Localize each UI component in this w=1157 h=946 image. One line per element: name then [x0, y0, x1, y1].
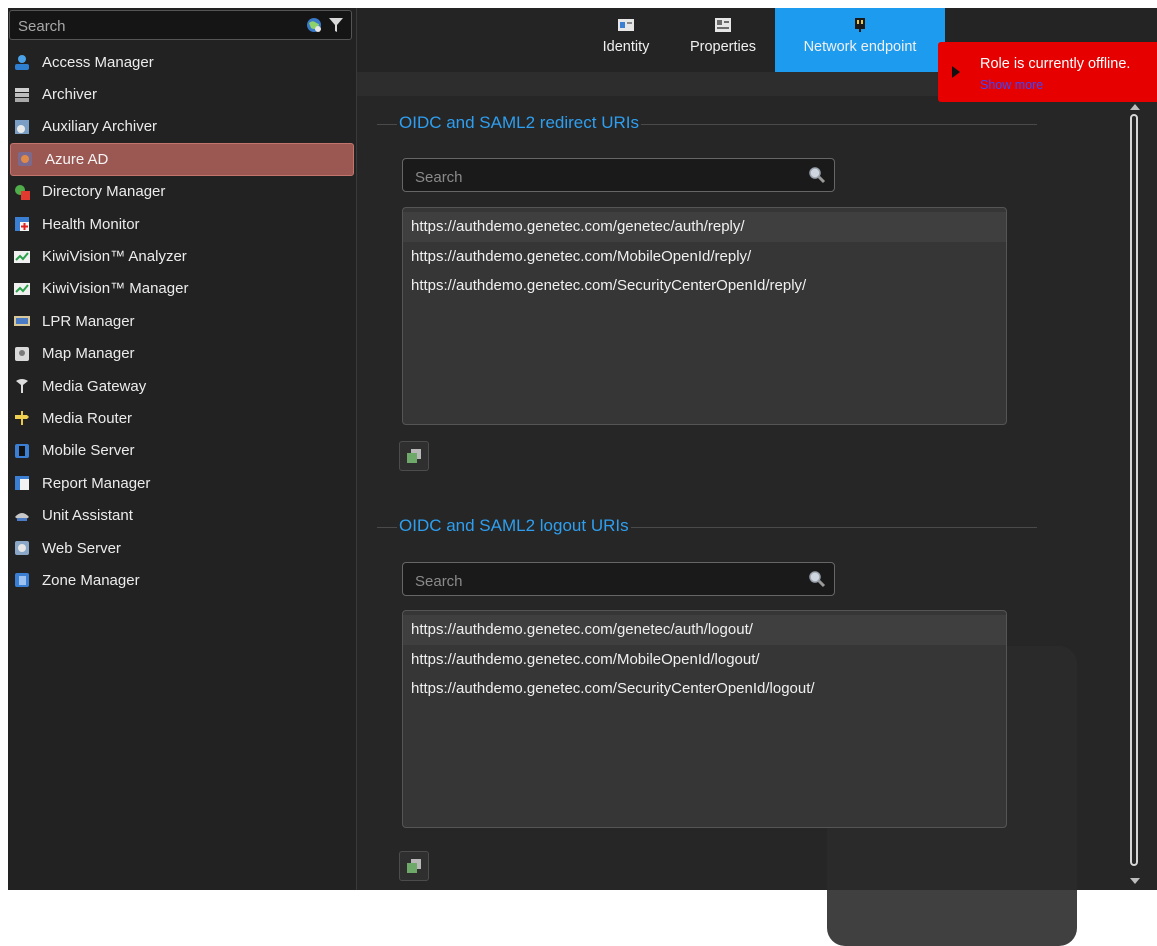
copy-icon	[407, 449, 421, 463]
role-item-lpr-manager[interactable]: LPR Manager	[8, 305, 356, 337]
role-item-azure-ad[interactable]: Azure AD	[10, 143, 354, 176]
role-item-report-manager[interactable]: Report Manager	[8, 467, 356, 499]
role-item-label: Mobile Server	[42, 442, 135, 460]
role-item-web-server[interactable]: Web Server	[8, 532, 356, 564]
role-item-mobile-server[interactable]: Mobile Server	[8, 435, 356, 467]
redirect-search-input[interactable]	[413, 167, 797, 187]
role-item-label: Zone Manager	[42, 571, 140, 589]
uri-row[interactable]: https://authdemo.genetec.com/SecurityCen…	[403, 271, 1006, 301]
role-item-label: Map Manager	[42, 345, 135, 363]
media-gateway-icon	[12, 376, 32, 396]
copy-redirect-uris-button[interactable]	[399, 441, 429, 471]
redirect-section-title: OIDC and SAML2 redirect URIs	[397, 113, 641, 133]
directory-manager-icon	[12, 182, 32, 202]
scrollbar-thumb[interactable]	[1130, 114, 1138, 866]
role-item-media-router[interactable]: Media Router	[8, 402, 356, 434]
tab-label: Network endpoint	[803, 39, 917, 55]
role-item-label: Report Manager	[42, 474, 151, 492]
redirect-search-field	[402, 158, 835, 192]
filter-icon[interactable]	[327, 16, 345, 34]
search-icon[interactable]	[808, 570, 826, 588]
kiwivision-manager-icon	[12, 279, 32, 299]
role-item-archiver[interactable]: Archiver	[8, 78, 356, 110]
mobile-server-icon	[12, 441, 32, 461]
properties-icon	[715, 18, 731, 32]
archiver-icon	[12, 85, 32, 105]
identity-icon	[618, 19, 634, 31]
search-icon[interactable]	[808, 166, 826, 184]
auxiliary-archiver-icon	[12, 117, 32, 137]
show-more-link[interactable]: Show more	[980, 78, 1043, 92]
redirect-section-header: OIDC and SAML2 redirect URIs	[377, 113, 1037, 135]
role-item-label: Azure AD	[45, 150, 109, 168]
expand-arrow-icon[interactable]	[952, 66, 960, 78]
web-server-icon	[12, 538, 32, 558]
health-monitor-icon	[12, 214, 32, 234]
role-item-label: Web Server	[42, 539, 121, 557]
media-router-icon	[12, 408, 32, 428]
azure-ad-icon	[15, 149, 35, 169]
role-item-kiwivision-analyzer[interactable]: KiwiVision™ Analyzer	[8, 240, 356, 272]
role-item-access-manager[interactable]: Access Manager	[8, 46, 356, 78]
logout-search-input[interactable]	[413, 571, 797, 591]
uri-row[interactable]: https://authdemo.genetec.com/genetec/aut…	[403, 615, 1006, 645]
role-item-auxiliary-archiver[interactable]: Auxiliary Archiver	[8, 111, 356, 143]
lpr-manager-icon	[12, 311, 32, 331]
role-item-map-manager[interactable]: Map Manager	[8, 338, 356, 370]
tab-label: Properties	[689, 39, 757, 55]
role-item-label: KiwiVision™ Analyzer	[42, 248, 187, 266]
role-item-label: KiwiVision™ Manager	[42, 280, 189, 298]
role-item-kiwivision-manager[interactable]: KiwiVision™ Manager	[8, 273, 356, 305]
unit-assistant-icon	[12, 506, 32, 526]
logout-uri-list: https://authdemo.genetec.com/genetec/aut…	[402, 610, 1007, 828]
kiwivision-analyzer-icon	[12, 247, 32, 267]
logout-section-header: OIDC and SAML2 logout URIs	[377, 516, 1037, 538]
role-item-label: Media Gateway	[42, 377, 147, 395]
tab-network-endpoint[interactable]: Network endpoint	[775, 8, 945, 72]
logout-search-field	[402, 562, 835, 596]
role-list: Access Manager Archiver Auxiliary Archiv…	[8, 46, 356, 597]
role-item-directory-manager[interactable]: Directory Manager	[8, 176, 356, 208]
network-endpoint-icon	[855, 18, 865, 32]
role-item-label: Media Router	[42, 409, 133, 427]
role-item-label: Archiver	[42, 86, 98, 104]
map-manager-icon	[12, 344, 32, 364]
access-manager-icon	[12, 52, 32, 72]
zone-manager-icon	[12, 570, 32, 590]
role-item-health-monitor[interactable]: Health Monitor	[8, 208, 356, 240]
role-item-label: Access Manager	[42, 53, 154, 71]
report-manager-icon	[12, 473, 32, 493]
role-search-bar	[9, 10, 352, 40]
globe-icon[interactable]	[305, 16, 323, 34]
role-search-input[interactable]	[16, 15, 290, 37]
role-item-label: Unit Assistant	[42, 507, 133, 525]
role-item-label: LPR Manager	[42, 312, 135, 330]
uri-row[interactable]: https://authdemo.genetec.com/MobileOpenI…	[403, 645, 1006, 675]
redirect-uri-list: https://authdemo.genetec.com/genetec/aut…	[402, 207, 1007, 425]
copy-logout-uris-button[interactable]	[399, 851, 429, 881]
role-item-label: Health Monitor	[42, 215, 140, 233]
alert-message: Role is currently offline.	[980, 56, 1131, 72]
role-item-label: Auxiliary Archiver	[42, 118, 158, 136]
role-item-label: Directory Manager	[42, 183, 166, 201]
role-item-zone-manager[interactable]: Zone Manager	[8, 564, 356, 596]
scroll-up-arrow-icon[interactable]	[1130, 104, 1140, 110]
uri-row[interactable]: https://authdemo.genetec.com/MobileOpenI…	[403, 242, 1006, 272]
role-config-panel: Identity Properties Network endpoint OID…	[357, 8, 1157, 946]
role-item-unit-assistant[interactable]: Unit Assistant	[8, 499, 356, 531]
roles-panel: Access Manager Archiver Auxiliary Archiv…	[8, 8, 357, 890]
tab-identity[interactable]: Identity	[589, 8, 663, 72]
vertical-scrollbar[interactable]	[1130, 104, 1142, 884]
logout-section-title: OIDC and SAML2 logout URIs	[397, 516, 631, 536]
tab-label: Identity	[602, 39, 650, 55]
copy-icon	[407, 859, 421, 873]
tab-properties[interactable]: Properties	[675, 8, 771, 72]
role-offline-alert: Role is currently offline. Show more	[938, 42, 1157, 102]
uri-row[interactable]: https://authdemo.genetec.com/genetec/aut…	[403, 212, 1006, 242]
role-item-media-gateway[interactable]: Media Gateway	[8, 370, 356, 402]
network-endpoint-content: OIDC and SAML2 redirect URIs https://aut…	[357, 96, 1127, 946]
uri-row[interactable]: https://authdemo.genetec.com/SecurityCen…	[403, 674, 1006, 704]
scroll-down-arrow-icon[interactable]	[1130, 878, 1140, 884]
